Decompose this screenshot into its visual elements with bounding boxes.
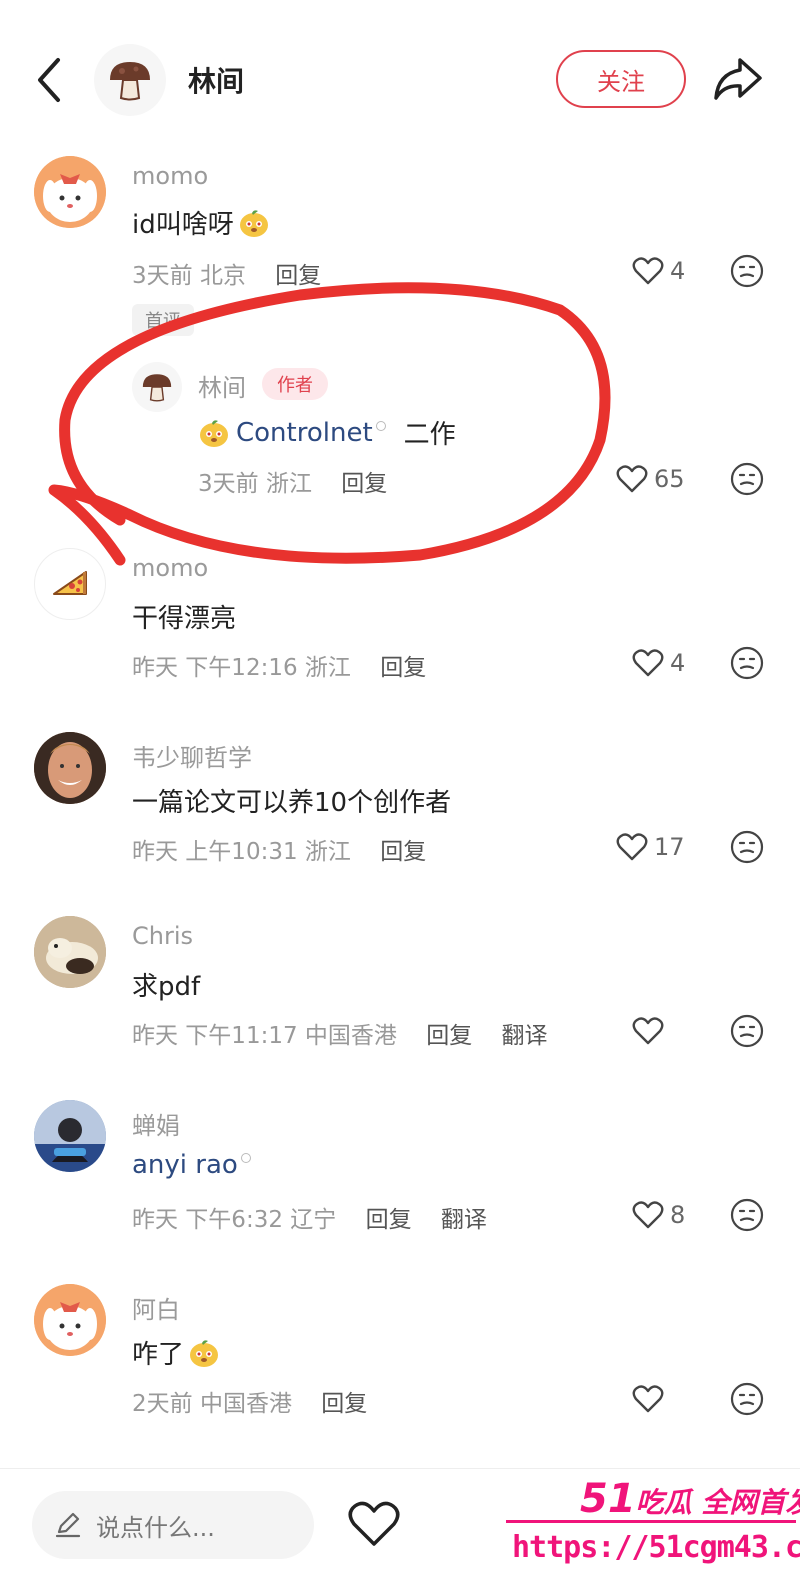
comment-text: anyi rao <box>132 1150 251 1180</box>
comment-location: 辽宁 <box>290 1207 337 1233</box>
reply-button[interactable]: 回复 <box>380 655 426 681</box>
watermark-divider <box>506 1520 796 1523</box>
reaction-emoji-icon[interactable] <box>730 646 764 680</box>
input-placeholder: 说点什么... <box>96 1513 215 1542</box>
avatar[interactable] <box>34 1100 106 1172</box>
heart-icon <box>632 1017 664 1045</box>
pencil-icon <box>55 1512 81 1538</box>
comment-username[interactable]: 韦少聊哲学 <box>132 738 252 773</box>
comment-time: 昨天 上午10:31 <box>132 839 298 865</box>
comment-username[interactable]: momo <box>132 162 208 190</box>
comment-location: 浙江 <box>304 655 351 681</box>
heart-icon <box>632 257 664 285</box>
avatar[interactable] <box>34 916 106 988</box>
comment-username[interactable]: Chris <box>132 922 193 950</box>
face-photo-avatar-icon <box>34 732 106 804</box>
comment-time: 昨天 下午11:17 <box>132 1023 298 1049</box>
header: 林间 关注 <box>0 0 800 150</box>
watermark-slogan: 吃瓜 全网首发 <box>635 1486 800 1519</box>
comment-text-content: 咋了 <box>132 1340 185 1370</box>
like-button[interactable]: 8 <box>632 1198 685 1232</box>
comment-time: 昨天 下午6:32 <box>132 1207 283 1233</box>
watermark-url: https://51cgm43.com <box>512 1530 800 1565</box>
heart-icon <box>632 1385 664 1413</box>
mushroom-icon <box>110 62 150 101</box>
avatar[interactable] <box>94 44 166 116</box>
pizza-icon <box>53 571 87 595</box>
share-icon[interactable] <box>710 54 764 104</box>
like-count: 17 <box>654 833 685 861</box>
like-button[interactable]: 65 <box>616 462 685 496</box>
reply-button[interactable]: 回复 <box>380 839 426 865</box>
reply-button[interactable]: 回复 <box>426 1023 472 1049</box>
reaction-emoji-icon[interactable] <box>730 1198 764 1232</box>
comment-text: 一篇论文可以养10个创作者 <box>132 788 452 818</box>
like-button[interactable]: 4 <box>632 254 685 288</box>
comment-time: 昨天 下午12:16 <box>132 655 298 681</box>
like-button[interactable] <box>632 1014 670 1048</box>
like-post-button[interactable] <box>346 1499 402 1549</box>
heart-icon <box>632 1201 664 1229</box>
person-photo-avatar-icon <box>34 1100 106 1172</box>
heart-icon <box>616 465 648 493</box>
comment-text: 干得漂亮 <box>132 604 237 634</box>
avatar[interactable] <box>34 1284 106 1356</box>
comment-meta: 2天前 中国香港 回复 <box>132 1384 367 1418</box>
comment-input[interactable]: 说点什么... <box>32 1491 314 1559</box>
reaction-emoji-icon[interactable] <box>730 830 764 864</box>
like-count: 4 <box>670 649 686 677</box>
reply-button[interactable]: 回复 <box>321 1391 367 1417</box>
like-button[interactable] <box>632 1382 670 1416</box>
reaction-emoji-icon[interactable] <box>730 1382 764 1416</box>
dog-photo-avatar-icon <box>34 916 106 988</box>
page-title: 林间 <box>188 65 245 98</box>
reaction-emoji-icon[interactable] <box>730 462 764 496</box>
comment-text: id叫啥呀 <box>132 204 270 241</box>
avatar[interactable] <box>34 548 106 620</box>
watermark-number: 51 <box>580 1476 636 1522</box>
like-count: 4 <box>670 257 686 285</box>
sticker-emoji-icon <box>239 209 268 237</box>
comment-text-content: id叫啥呀 <box>132 210 234 240</box>
like-button[interactable]: 4 <box>632 646 685 680</box>
comment-meta: 昨天 下午6:32 辽宁 回复 翻译 <box>132 1200 487 1234</box>
watermark-title: 51吃瓜 全网首发 <box>580 1476 800 1522</box>
heart-icon <box>632 649 664 677</box>
comment-username[interactable]: 阿白 <box>132 1290 180 1325</box>
comment-text: 咋了 <box>132 1334 220 1371</box>
follow-button[interactable]: 关注 <box>556 50 686 108</box>
like-count: 65 <box>654 465 685 493</box>
like-count: 8 <box>670 1201 686 1229</box>
reaction-emoji-icon[interactable] <box>730 254 764 288</box>
translate-button[interactable]: 翻译 <box>441 1207 487 1233</box>
search-link[interactable]: anyi rao <box>132 1150 238 1180</box>
avatar[interactable] <box>34 732 106 804</box>
comment-meta: 昨天 下午11:17 中国香港 回复 翻译 <box>132 1016 548 1050</box>
comment-meta: 昨天 下午12:16 浙江 回复 <box>132 648 426 682</box>
sticker-emoji-icon <box>190 1339 219 1367</box>
translate-button[interactable]: 翻译 <box>502 1023 548 1049</box>
bunny-avatar-icon <box>34 1284 106 1356</box>
like-button[interactable]: 17 <box>616 830 685 864</box>
comment-text: 求pdf <box>132 972 201 1002</box>
comment-location: 中国香港 <box>304 1023 397 1049</box>
heart-icon <box>348 1501 400 1546</box>
comment-location: 中国香港 <box>199 1391 292 1417</box>
comment-username[interactable]: momo <box>132 554 208 582</box>
comment-username[interactable]: 蝉娟 <box>132 1106 180 1141</box>
reply-button[interactable]: 回复 <box>366 1207 412 1233</box>
search-icon <box>240 1153 251 1163</box>
heart-icon <box>616 833 648 861</box>
red-annotation-circle <box>48 282 611 566</box>
comment-location: 浙江 <box>304 839 351 865</box>
reaction-emoji-icon[interactable] <box>730 1014 764 1048</box>
avatar[interactable] <box>34 156 106 228</box>
comment-time: 2天前 <box>132 1391 193 1417</box>
comment-meta: 昨天 上午10:31 浙江 回复 <box>132 832 426 866</box>
back-icon[interactable] <box>30 52 70 108</box>
bunny-avatar-icon <box>34 156 106 228</box>
